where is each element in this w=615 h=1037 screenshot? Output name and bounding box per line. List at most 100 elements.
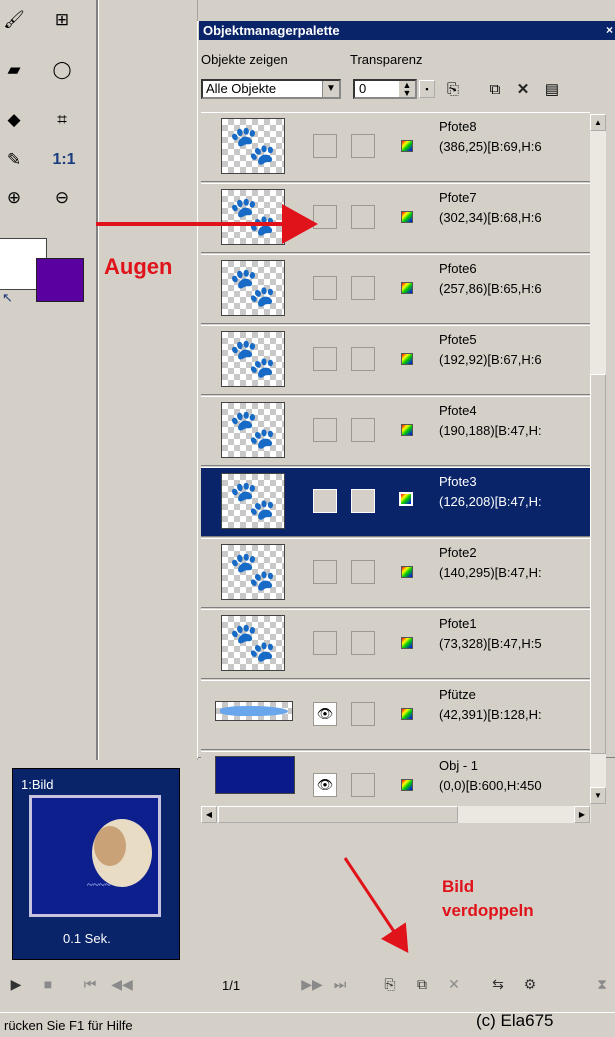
visibility-toggle[interactable] xyxy=(313,631,337,655)
object-name: Pfote5 xyxy=(439,332,477,347)
object-thumbnail: 🐾 xyxy=(221,615,285,671)
object-row[interactable]: 🐾 Pfote4 (190,188)[B:47,H: xyxy=(201,396,590,466)
frame-counter: 1/1 xyxy=(222,978,241,993)
chevron-down-icon[interactable]: ▼ xyxy=(322,81,339,97)
workspace-column xyxy=(99,0,198,760)
transparency-input[interactable]: 0 ▲ ▼ xyxy=(353,79,417,99)
stop-icon[interactable]: ■ xyxy=(36,972,60,996)
object-name: Obj - 1 xyxy=(439,758,479,773)
transparency-label: Transparenz xyxy=(350,52,423,67)
color-mode-icon[interactable] xyxy=(401,566,413,578)
object-list: 🐾 Pfote8 (386,25)[B:69,H:6 🐾 Pfote7 (302,34)[… xyxy=(201,112,590,820)
visibility-toggle[interactable] xyxy=(313,205,337,229)
color-mode-icon[interactable] xyxy=(401,424,413,436)
visibility-toggle[interactable] xyxy=(313,347,337,371)
lock-toggle[interactable] xyxy=(351,205,375,229)
annotation-eyes: Augen xyxy=(104,254,173,279)
lock-toggle[interactable] xyxy=(351,418,375,442)
object-row[interactable]: 🐾 Pfote2 (140,295)[B:47,H: xyxy=(201,538,590,608)
copy-object-icon[interactable]: ⧉ xyxy=(483,78,507,100)
show-objects-select[interactable]: Alle Objekte ▼ xyxy=(201,79,341,99)
scrollbar-thumb[interactable] xyxy=(590,374,606,754)
foreground-color-swatch[interactable] xyxy=(36,258,84,302)
brush-tool-icon[interactable]: 🖌 xyxy=(2,8,26,32)
credit-text: (c) Ela675 xyxy=(476,1011,554,1030)
close-icon[interactable]: × xyxy=(606,21,613,40)
scroll-up-icon[interactable]: ▲ xyxy=(590,114,606,131)
scroll-right-icon[interactable]: ▶ xyxy=(574,806,590,823)
color-mode-icon[interactable] xyxy=(399,492,413,506)
object-info: (126,208)[B:47,H: xyxy=(439,494,542,509)
visibility-toggle[interactable]: 👁 xyxy=(313,773,337,797)
object-thumbnail: 🐾 xyxy=(221,473,285,529)
eraser-tool-icon[interactable]: ▰ xyxy=(2,58,26,82)
visibility-toggle[interactable] xyxy=(313,276,337,300)
frame-thumbnail[interactable]: ~~~~ xyxy=(29,795,161,917)
scroll-down-icon[interactable]: ▼ xyxy=(590,787,606,804)
more-tools-icon[interactable]: ⧗ xyxy=(590,972,614,996)
zoom-out-icon[interactable]: ⊖ xyxy=(50,186,74,210)
zoom-1to1-icon[interactable]: 1:1 xyxy=(52,148,76,172)
properties-icon[interactable]: ▤ xyxy=(540,78,564,100)
object-row[interactable]: 🐾 Pfote6 (257,86)[B:65,H:6 xyxy=(201,254,590,324)
visibility-toggle[interactable] xyxy=(313,560,337,584)
object-row[interactable]: 🐾 Pfote7 (302,34)[B:68,H:6 xyxy=(201,183,590,253)
duplicate-frame-icon[interactable]: ⧉ xyxy=(410,972,434,996)
object-row[interactable]: 🐾 Pfote1 (73,328)[B:47,H:5 xyxy=(201,609,590,679)
annotation-duplicate-line-2: verdoppeln xyxy=(442,901,534,920)
visibility-toggle[interactable]: 👁 xyxy=(313,702,337,726)
transition-icon[interactable]: ⇆ xyxy=(486,972,510,996)
scroll-left-icon[interactable]: ◀ xyxy=(201,806,217,823)
next-frame-icon[interactable]: ▶▶ xyxy=(300,972,324,996)
eyedropper-tool-icon[interactable]: ✎ xyxy=(2,148,26,172)
zoom-in-icon[interactable]: ⊕ xyxy=(2,186,26,210)
lock-toggle[interactable] xyxy=(351,276,375,300)
color-mode-icon[interactable] xyxy=(401,708,413,720)
horizontal-scrollbar-thumb[interactable] xyxy=(218,806,458,823)
object-row[interactable]: 🐾 Pfote5 (192,92)[B:67,H:6 xyxy=(201,325,590,395)
last-frame-icon[interactable]: ⏭ xyxy=(328,972,352,996)
object-row[interactable]: 🐾 Pfote8 (386,25)[B:69,H:6 xyxy=(201,112,590,182)
color-mode-icon[interactable] xyxy=(401,282,413,294)
selection-tool-icon[interactable]: ◯ xyxy=(50,58,74,82)
lock-toggle[interactable] xyxy=(351,134,375,158)
object-row[interactable]: 👁 Pfütze (42,391)[B:128,H: xyxy=(201,680,590,750)
object-row[interactable]: 🐾 Pfote3 (126,208)[B:47,H: xyxy=(201,467,590,537)
horizontal-scrollbar[interactable]: ◀ ▶ xyxy=(201,806,591,823)
delete-icon[interactable]: ✕ xyxy=(511,78,535,100)
new-frame-icon[interactable]: ⎘ xyxy=(378,972,402,996)
color-mode-icon[interactable] xyxy=(401,779,413,791)
lock-toggle[interactable] xyxy=(351,631,375,655)
vertical-scrollbar[interactable]: ▲ ▼ xyxy=(590,114,606,804)
frame-panel[interactable]: 1:Bild ~~~~ 0.1 Sek. xyxy=(12,768,180,960)
color-mode-icon[interactable] xyxy=(401,353,413,365)
lasso-tool-icon[interactable]: ⊞ xyxy=(50,8,74,32)
color-mode-icon[interactable] xyxy=(401,140,413,152)
object-info: (386,25)[B:69,H:6 xyxy=(439,139,542,154)
frame-properties-icon[interactable]: ⚙ xyxy=(518,972,542,996)
palette-titlebar[interactable]: Objektmanagerpalette × xyxy=(199,21,615,40)
paw-icon: 🐾 xyxy=(229,196,277,238)
object-info: (192,92)[B:67,H:6 xyxy=(439,352,542,367)
first-frame-icon[interactable]: ⏮ xyxy=(78,972,102,996)
visibility-toggle[interactable] xyxy=(313,134,337,158)
crop-tool-icon[interactable]: ⌗ xyxy=(50,108,74,132)
color-mode-icon[interactable] xyxy=(401,637,413,649)
delete-frame-icon[interactable]: ✕ xyxy=(442,972,466,996)
new-object-icon[interactable]: ⎘ xyxy=(441,78,465,100)
object-thumbnail: 🐾 xyxy=(221,260,285,316)
lock-toggle[interactable] xyxy=(351,702,375,726)
swap-colors-icon[interactable]: ↖ xyxy=(2,290,13,306)
lock-toggle[interactable] xyxy=(351,773,375,797)
transparency-slider-button[interactable]: ▪ xyxy=(419,80,435,98)
lock-toggle[interactable] xyxy=(351,489,375,513)
previous-frame-icon[interactable]: ◀◀ xyxy=(110,972,134,996)
lock-toggle[interactable] xyxy=(351,560,375,584)
fill-tool-icon[interactable]: ◆ xyxy=(2,108,26,132)
lock-toggle[interactable] xyxy=(351,347,375,371)
color-mode-icon[interactable] xyxy=(401,211,413,223)
visibility-toggle[interactable] xyxy=(313,418,337,442)
visibility-toggle[interactable] xyxy=(313,489,337,513)
play-icon[interactable]: ▶ xyxy=(4,972,28,996)
spinner-arrows-icon[interactable]: ▲ ▼ xyxy=(399,81,415,98)
